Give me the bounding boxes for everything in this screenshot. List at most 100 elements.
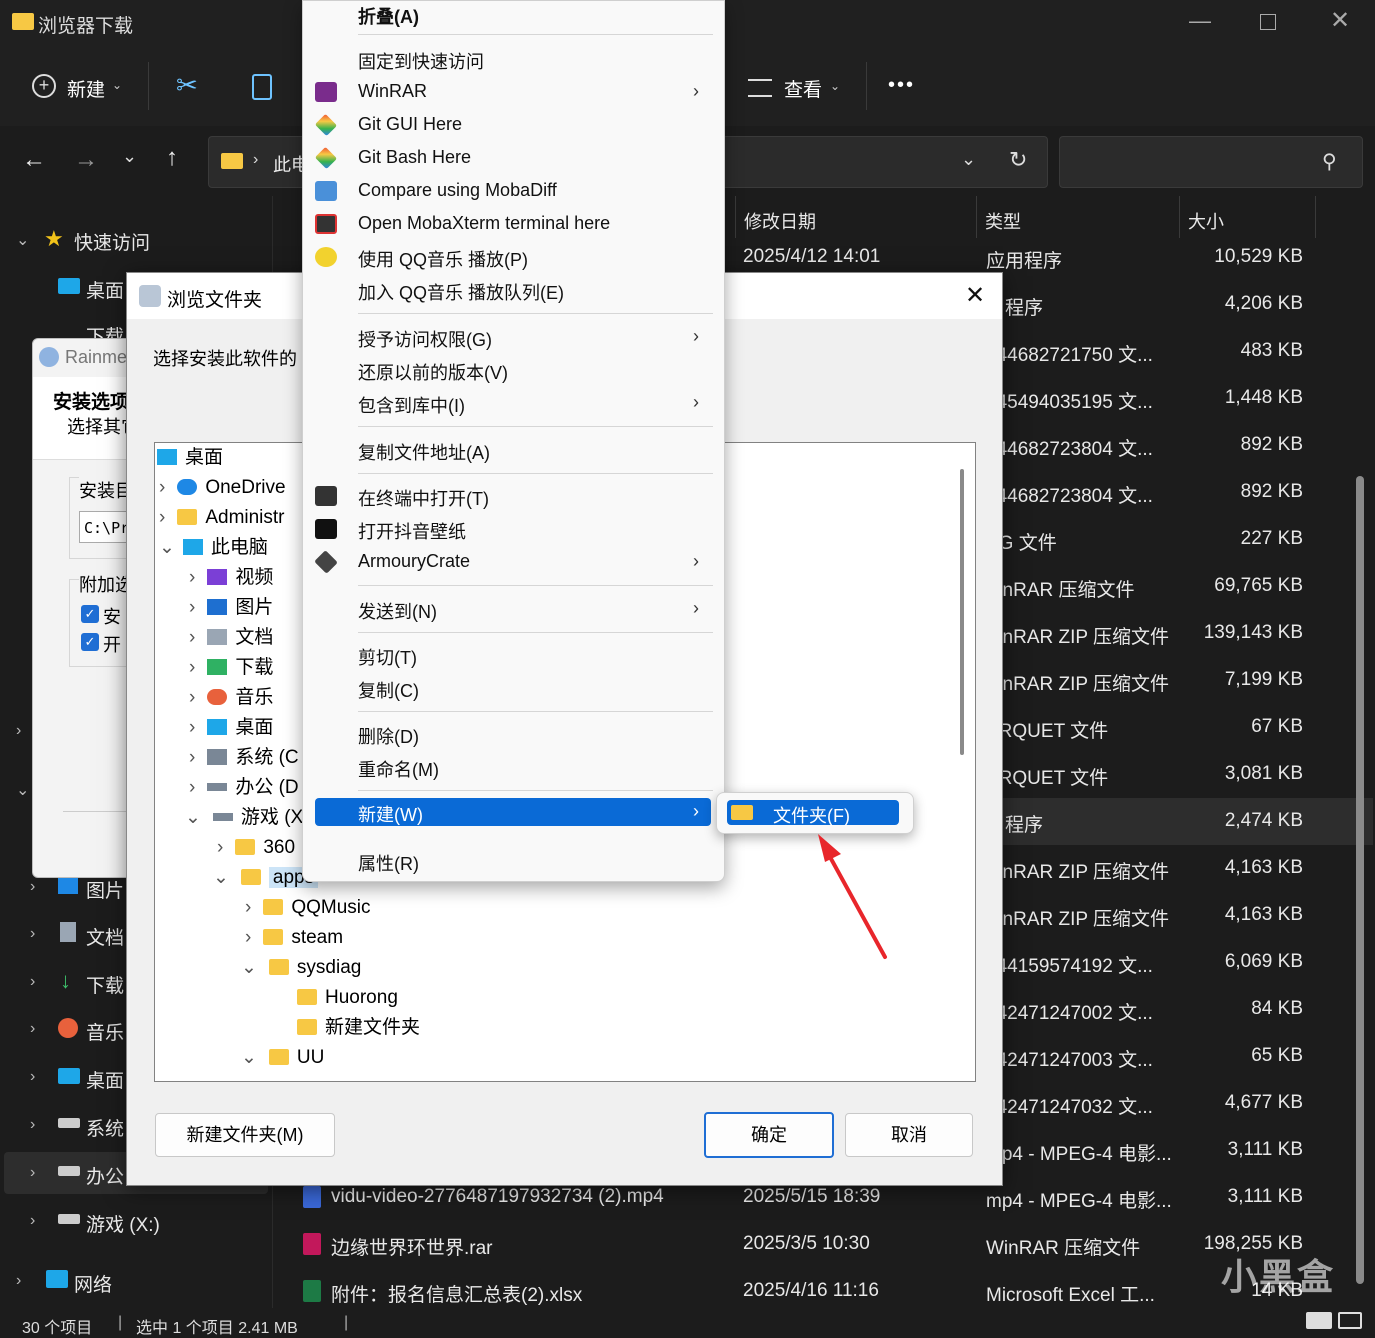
search-input[interactable]: ⚲ xyxy=(1059,136,1363,188)
sidebar-item-quick-access[interactable]: 快速访问 xyxy=(74,228,150,255)
new-button[interactable]: + 新建 ⌄ xyxy=(30,72,130,102)
tree-item-downloads[interactable]: › 下载 xyxy=(189,653,273,683)
column-header-type[interactable]: 类型 xyxy=(976,196,1180,238)
expand-chevron-icon[interactable]: ⌄ xyxy=(16,230,29,250)
tree-item-uu[interactable]: ⌄ UU xyxy=(241,1043,324,1073)
tree-item-desktop[interactable]: 桌面 xyxy=(157,443,223,473)
file-date: 2025/4/16 11:16 xyxy=(743,1280,879,1301)
expand-chevron-icon[interactable]: › xyxy=(30,1164,35,1182)
expand-chevron-icon[interactable]: › xyxy=(16,1272,21,1290)
column-header-size[interactable]: 大小 xyxy=(1179,196,1316,238)
menu-item-new[interactable]: 新建(W) › xyxy=(315,798,711,826)
tree-item-administrator[interactable]: › Administr xyxy=(159,503,285,533)
menu-item-qq-queue[interactable]: 加入 QQ音乐 播放队列(E) xyxy=(303,273,724,306)
submenu-item-folder[interactable]: 文件夹(F) xyxy=(727,800,899,826)
tree-item-desktop-2[interactable]: › 桌面 xyxy=(189,713,273,743)
menu-item-qq-play[interactable]: 使用 QQ音乐 播放(P) xyxy=(303,240,724,273)
address-dropdown-icon[interactable]: ⌄ xyxy=(961,149,976,170)
context-menu: 折叠(A) 固定到快速访问 WinRAR › Git GUI Here Git B… xyxy=(302,0,725,882)
chevron-right-icon: › xyxy=(693,801,699,821)
tree-item-documents[interactable]: › 文档 xyxy=(189,623,273,653)
expand-chevron-icon[interactable]: › xyxy=(30,1020,35,1038)
tree-item-this-pc[interactable]: ⌄ 此电脑 xyxy=(159,533,268,563)
sidebar-item-office[interactable]: 办公 xyxy=(86,1162,124,1189)
tree-item-sysdiag[interactable]: ⌄ sysdiag xyxy=(241,953,361,983)
sidebar-item-desktop[interactable]: 桌面 xyxy=(86,276,124,303)
menu-item-pin-quick-access[interactable]: 固定到快速访问 xyxy=(303,42,724,75)
copy-icon[interactable] xyxy=(252,74,272,100)
column-header-date[interactable]: 修改日期 xyxy=(735,196,976,238)
sidebar-item-network[interactable]: 网络 xyxy=(74,1270,112,1297)
tree-item-music[interactable]: › 音乐 xyxy=(189,683,273,713)
maximize-button[interactable] xyxy=(1260,14,1276,30)
expand-chevron-icon[interactable]: ⌄ xyxy=(16,780,29,800)
tree-item-huorong[interactable]: Huorong xyxy=(297,983,398,1013)
cut-icon[interactable]: ✂ xyxy=(176,70,198,101)
sidebar-item-games[interactable]: 游戏 (X:) xyxy=(86,1210,160,1237)
checkbox-checked[interactable]: ✓ xyxy=(81,605,99,623)
close-button[interactable]: ✕ xyxy=(1325,6,1355,36)
menu-item-armoury-crate[interactable]: ArmouryCrate › xyxy=(303,545,724,578)
menu-item-git-gui[interactable]: Git GUI Here xyxy=(303,108,724,141)
menu-item-douyin[interactable]: 打开抖音壁纸 xyxy=(303,512,724,545)
menu-item-winrar[interactable]: WinRAR › xyxy=(303,75,724,108)
expand-chevron-icon[interactable]: › xyxy=(30,1116,35,1134)
chevron-down-icon: ⌄ xyxy=(112,78,123,92)
tree-item-video[interactable]: › 视频 xyxy=(189,563,273,593)
sidebar-item-documents[interactable]: 文档 xyxy=(86,923,124,950)
ok-button[interactable]: 确定 xyxy=(704,1112,834,1158)
back-icon[interactable]: ← xyxy=(22,146,46,174)
expand-chevron-icon[interactable]: › xyxy=(30,925,35,943)
tree-item-office-drive[interactable]: › 办公 (D xyxy=(189,773,299,803)
tree-item-system-drive[interactable]: › 系统 (C xyxy=(189,743,299,773)
new-folder-button[interactable]: 新建文件夹(M) xyxy=(155,1113,335,1157)
tree-item-onedrive[interactable]: › OneDrive xyxy=(159,473,286,503)
menu-item-delete[interactable]: 删除(D) xyxy=(303,717,724,750)
menu-item-restore-versions[interactable]: 还原以前的版本(V) xyxy=(303,353,724,386)
menu-item-grant-access[interactable]: 授予访问权限(G) › xyxy=(303,320,724,353)
view-button[interactable]: 查看 xyxy=(784,75,822,102)
dialog-close-button[interactable]: ✕ xyxy=(965,281,985,310)
expand-chevron-icon[interactable]: › xyxy=(30,1068,35,1086)
table-row[interactable]: 边缘世界环世界.rar 2025/3/5 10:30 WinRAR 压缩文件 198,… xyxy=(273,1221,1373,1268)
sidebar-item-system[interactable]: 系统 xyxy=(86,1114,124,1141)
expand-chevron-icon[interactable]: › xyxy=(30,878,35,896)
tree-item-360[interactable]: › 360 xyxy=(217,833,295,863)
tree-item-qqmusic[interactable]: › QQMusic xyxy=(245,893,371,923)
menu-item-include-library[interactable]: 包含到库中(I) › xyxy=(303,386,724,419)
expand-chevron-icon[interactable]: › xyxy=(16,722,21,740)
menu-item-copy[interactable]: 复制(C) xyxy=(303,671,724,704)
menu-item-open-terminal[interactable]: 在终端中打开(T) xyxy=(303,479,724,512)
tree-item-pictures[interactable]: › 图片 xyxy=(189,593,273,623)
menu-item-send-to[interactable]: 发送到(N) › xyxy=(303,592,724,625)
tree-item-games-drive[interactable]: ⌄ 游戏 (X xyxy=(185,803,303,833)
tree-item-steam[interactable]: › steam xyxy=(245,923,343,953)
recent-chevron-icon[interactable]: ⌄ xyxy=(122,146,137,167)
minimize-button[interactable]: — xyxy=(1185,8,1215,38)
forward-icon[interactable]: → xyxy=(74,146,98,174)
tree-item-new-folder[interactable]: 新建文件夹 xyxy=(297,1013,420,1043)
sidebar-item-downloads[interactable]: 下载 xyxy=(86,971,124,998)
refresh-icon[interactable]: ↻ xyxy=(1009,147,1027,173)
expand-chevron-icon[interactable]: › xyxy=(30,1212,35,1230)
scrollbar-thumb[interactable] xyxy=(1356,476,1364,1284)
menu-item-copy-path[interactable]: 复制文件地址(A) xyxy=(303,433,724,466)
tiles-view-icon[interactable] xyxy=(1338,1312,1362,1329)
menu-item-git-bash[interactable]: Git Bash Here xyxy=(303,141,724,174)
menu-item-mobaxterm[interactable]: Open MobaXterm terminal here xyxy=(303,207,724,240)
menu-item-rename[interactable]: 重命名(M) xyxy=(303,750,724,783)
sidebar-item-music[interactable]: 音乐 xyxy=(86,1018,124,1045)
sidebar-item-desktop-2[interactable]: 桌面 xyxy=(86,1066,124,1093)
more-button[interactable]: ••• xyxy=(888,74,915,97)
menu-item-collapse[interactable]: 折叠(A) xyxy=(303,0,724,30)
details-view-icon[interactable] xyxy=(1306,1312,1332,1329)
menu-item-properties[interactable]: 属性(R) xyxy=(303,844,724,877)
tree-scrollbar-thumb[interactable] xyxy=(960,469,964,755)
checkbox-checked[interactable]: ✓ xyxy=(81,633,99,651)
cancel-button[interactable]: 取消 xyxy=(845,1113,973,1157)
menu-item-mobadiff[interactable]: Compare using MobaDiff xyxy=(303,174,724,207)
sidebar-item-pictures[interactable]: 图片 xyxy=(86,876,124,903)
up-icon[interactable]: ↑ xyxy=(166,144,178,172)
expand-chevron-icon[interactable]: › xyxy=(30,973,35,991)
menu-item-cut[interactable]: 剪切(T) xyxy=(303,638,724,671)
